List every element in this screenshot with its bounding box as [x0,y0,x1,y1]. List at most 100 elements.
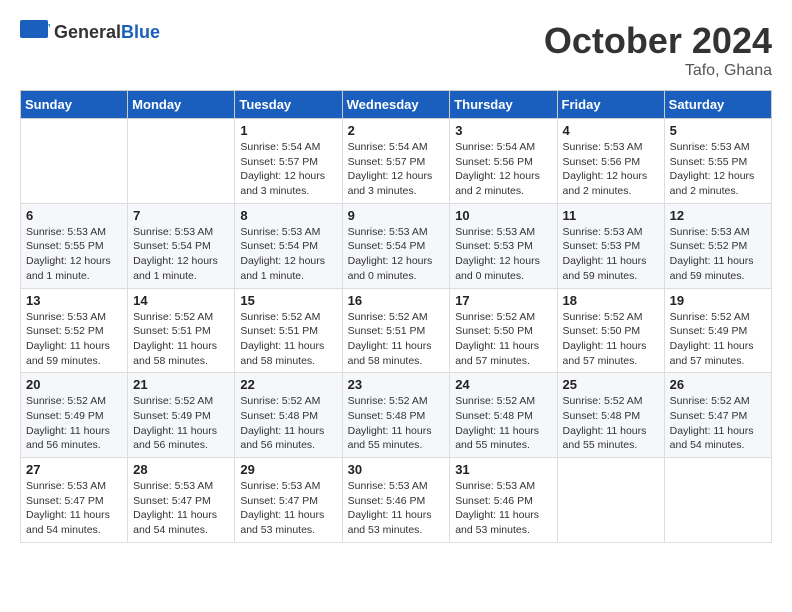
day-number: 5 [670,123,766,138]
day-info: Sunrise: 5:52 AM Sunset: 5:49 PM Dayligh… [670,310,766,369]
calendar-cell [128,119,235,204]
calendar-cell: 12 Sunrise: 5:53 AM Sunset: 5:52 PM Dayli… [664,203,771,288]
calendar-cell: 8Sunrise: 5:53 AM Sunset: 5:54 PM Daylig… [235,203,342,288]
calendar-cell: 2 Sunrise: 5:54 AM Sunset: 5:57 PM Daylig… [342,119,450,204]
calendar-cell: 29Sunrise: 5:53 AM Sunset: 5:47 PM Dayli… [235,458,342,543]
day-info: Sunrise: 5:53 AM Sunset: 5:55 PM Dayligh… [26,225,122,284]
day-info: Sunrise: 5:53 AM Sunset: 5:47 PM Dayligh… [26,479,122,538]
day-number: 23 [348,377,445,392]
weekday-header: Sunday [21,91,128,119]
day-number: 6 [26,208,122,223]
calendar-cell: 9Sunrise: 5:53 AM Sunset: 5:54 PM Daylig… [342,203,450,288]
weekday-header: Thursday [450,91,557,119]
day-number: 4 [563,123,659,138]
day-number: 27 [26,462,122,477]
calendar-cell: 1Sunrise: 5:54 AM Sunset: 5:57 PM Daylig… [235,119,342,204]
day-number: 31 [455,462,551,477]
weekday-header: Monday [128,91,235,119]
calendar-cell: 15 Sunrise: 5:52 AM Sunset: 5:51 PM Dayli… [235,288,342,373]
day-number: 28 [133,462,229,477]
day-info: Sunrise: 5:53 AM Sunset: 5:56 PM Dayligh… [563,140,659,199]
day-number: 14 [133,293,229,308]
day-info: Sunrise: 5:52 AM Sunset: 5:48 PM Dayligh… [240,394,336,453]
calendar-cell: 27 Sunrise: 5:53 AM Sunset: 5:47 PM Dayli… [21,458,128,543]
calendar-cell: 4 Sunrise: 5:53 AM Sunset: 5:56 PM Daylig… [557,119,664,204]
logo-general: General [54,22,121,42]
day-info: Sunrise: 5:52 AM Sunset: 5:50 PM Dayligh… [563,310,659,369]
day-info: Sunrise: 5:53 AM Sunset: 5:47 PM Dayligh… [133,479,229,538]
weekday-header: Tuesday [235,91,342,119]
day-info: Sunrise: 5:52 AM Sunset: 5:47 PM Dayligh… [670,394,766,453]
logo-icon [20,20,50,44]
day-number: 19 [670,293,766,308]
day-number: 13 [26,293,122,308]
day-info: Sunrise: 5:53 AM Sunset: 5:52 PM Dayligh… [670,225,766,284]
calendar-cell: 25 Sunrise: 5:52 AM Sunset: 5:48 PM Dayli… [557,373,664,458]
calendar-cell: 23 Sunrise: 5:52 AM Sunset: 5:48 PM Dayli… [342,373,450,458]
day-info: Sunrise: 5:52 AM Sunset: 5:48 PM Dayligh… [455,394,551,453]
calendar-cell: 26 Sunrise: 5:52 AM Sunset: 5:47 PM Dayli… [664,373,771,458]
calendar-cell: 21Sunrise: 5:52 AM Sunset: 5:49 PM Dayli… [128,373,235,458]
calendar-cell: 6 Sunrise: 5:53 AM Sunset: 5:55 PM Daylig… [21,203,128,288]
month-title: October 2024 [544,20,772,62]
day-info: Sunrise: 5:53 AM Sunset: 5:54 PM Dayligh… [348,225,445,284]
logo-blue: Blue [121,22,160,42]
calendar-cell: 3 Sunrise: 5:54 AM Sunset: 5:56 PM Daylig… [450,119,557,204]
calendar-cell: 7Sunrise: 5:53 AM Sunset: 5:54 PM Daylig… [128,203,235,288]
day-number: 24 [455,377,551,392]
calendar-week-row: 27 Sunrise: 5:53 AM Sunset: 5:47 PM Dayli… [21,458,772,543]
day-info: Sunrise: 5:52 AM Sunset: 5:51 PM Dayligh… [240,310,336,369]
calendar-cell: 30 Sunrise: 5:53 AM Sunset: 5:46 PM Dayli… [342,458,450,543]
day-info: Sunrise: 5:52 AM Sunset: 5:48 PM Dayligh… [348,394,445,453]
day-info: Sunrise: 5:54 AM Sunset: 5:57 PM Dayligh… [240,140,336,199]
calendar-week-row: 20 Sunrise: 5:52 AM Sunset: 5:49 PM Dayli… [21,373,772,458]
calendar-cell: 11 Sunrise: 5:53 AM Sunset: 5:53 PM Dayli… [557,203,664,288]
day-info: Sunrise: 5:52 AM Sunset: 5:51 PM Dayligh… [133,310,229,369]
day-number: 20 [26,377,122,392]
calendar-cell: 31Sunrise: 5:53 AM Sunset: 5:46 PM Dayli… [450,458,557,543]
day-info: Sunrise: 5:53 AM Sunset: 5:55 PM Dayligh… [670,140,766,199]
calendar-cell: 10Sunrise: 5:53 AM Sunset: 5:53 PM Dayli… [450,203,557,288]
day-info: Sunrise: 5:53 AM Sunset: 5:53 PM Dayligh… [455,225,551,284]
weekday-header-row: SundayMondayTuesdayWednesdayThursdayFrid… [21,91,772,119]
day-info: Sunrise: 5:52 AM Sunset: 5:48 PM Dayligh… [563,394,659,453]
calendar-week-row: 6 Sunrise: 5:53 AM Sunset: 5:55 PM Daylig… [21,203,772,288]
calendar-week-row: 1Sunrise: 5:54 AM Sunset: 5:57 PM Daylig… [21,119,772,204]
calendar-cell: 22 Sunrise: 5:52 AM Sunset: 5:48 PM Dayli… [235,373,342,458]
day-info: Sunrise: 5:52 AM Sunset: 5:51 PM Dayligh… [348,310,445,369]
day-info: Sunrise: 5:53 AM Sunset: 5:54 PM Dayligh… [133,225,229,284]
day-info: Sunrise: 5:53 AM Sunset: 5:46 PM Dayligh… [348,479,445,538]
weekday-header: Wednesday [342,91,450,119]
title-area: October 2024 Tafo, Ghana [544,20,772,80]
day-number: 15 [240,293,336,308]
day-number: 22 [240,377,336,392]
weekday-header: Friday [557,91,664,119]
day-number: 26 [670,377,766,392]
day-info: Sunrise: 5:54 AM Sunset: 5:57 PM Dayligh… [348,140,445,199]
calendar-cell: 16Sunrise: 5:52 AM Sunset: 5:51 PM Dayli… [342,288,450,373]
day-number: 30 [348,462,445,477]
day-info: Sunrise: 5:53 AM Sunset: 5:54 PM Dayligh… [240,225,336,284]
day-number: 3 [455,123,551,138]
calendar-cell: 13 Sunrise: 5:53 AM Sunset: 5:52 PM Dayli… [21,288,128,373]
day-info: Sunrise: 5:52 AM Sunset: 5:50 PM Dayligh… [455,310,551,369]
day-info: Sunrise: 5:53 AM Sunset: 5:53 PM Dayligh… [563,225,659,284]
day-number: 11 [563,208,659,223]
calendar: SundayMondayTuesdayWednesdayThursdayFrid… [20,90,772,543]
weekday-header: Saturday [664,91,771,119]
calendar-cell: 5 Sunrise: 5:53 AM Sunset: 5:55 PM Daylig… [664,119,771,204]
calendar-week-row: 13 Sunrise: 5:53 AM Sunset: 5:52 PM Dayli… [21,288,772,373]
calendar-cell [664,458,771,543]
day-number: 25 [563,377,659,392]
day-number: 29 [240,462,336,477]
day-info: Sunrise: 5:52 AM Sunset: 5:49 PM Dayligh… [26,394,122,453]
day-info: Sunrise: 5:53 AM Sunset: 5:52 PM Dayligh… [26,310,122,369]
logo: GeneralBlue [20,20,160,44]
header: GeneralBlue October 2024 Tafo, Ghana [20,20,772,80]
calendar-cell: 14 Sunrise: 5:52 AM Sunset: 5:51 PM Dayli… [128,288,235,373]
day-info: Sunrise: 5:54 AM Sunset: 5:56 PM Dayligh… [455,140,551,199]
calendar-cell: 20 Sunrise: 5:52 AM Sunset: 5:49 PM Dayli… [21,373,128,458]
day-number: 12 [670,208,766,223]
calendar-cell [557,458,664,543]
day-number: 2 [348,123,445,138]
